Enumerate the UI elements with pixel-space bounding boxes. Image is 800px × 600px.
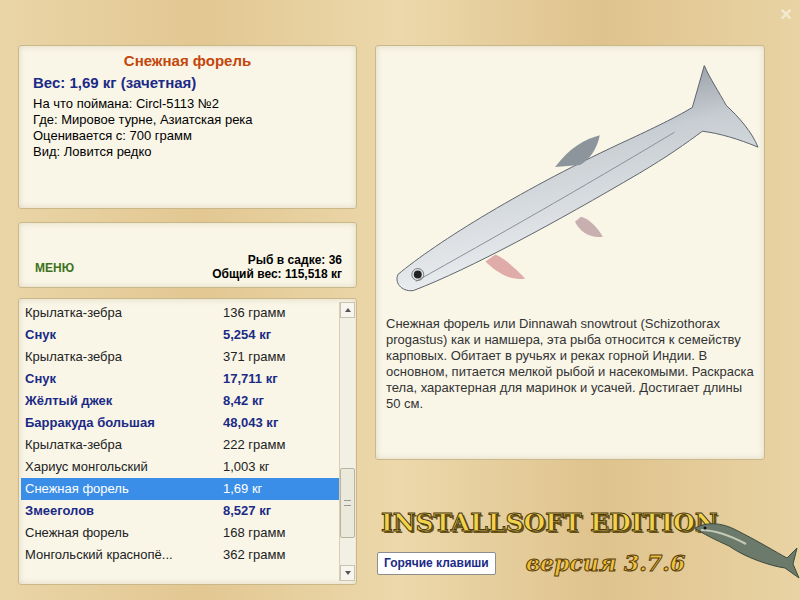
logo-area: INSTALLSOFT EDITIONГорячие клавишиверсия…: [375, 460, 765, 600]
catch-weight: 371 грамм: [223, 347, 285, 367]
catch-name: Снежная форель: [21, 523, 223, 543]
catch-name: Крылатка-зебра: [21, 435, 223, 455]
catch-weight: 222 грамм: [223, 435, 285, 455]
logo-version: версия 3.7.6: [526, 550, 686, 576]
catch-row[interactable]: Крылатка-зебра222 грамм: [21, 434, 339, 456]
scroll-thumb[interactable]: [340, 468, 355, 538]
catch-row[interactable]: Хариус монгольский1,003 кг: [21, 456, 339, 478]
catch-row[interactable]: Барракуда большая48,043 кг: [21, 412, 339, 434]
catch-row[interactable]: Снежная форель1,69 кг: [21, 478, 339, 500]
scroll-track[interactable]: [340, 318, 355, 565]
catch-weight: 136 грамм: [223, 303, 285, 323]
catch-weight: 8,42 кг: [223, 391, 264, 411]
menu-button[interactable]: МЕНЮ: [33, 259, 74, 281]
catch-weight: 1,003 кг: [223, 457, 270, 477]
catch-weight: 48,043 кг: [223, 413, 278, 433]
catch-name: Хариус монгольский: [21, 457, 223, 477]
catch-name: Змееголов: [21, 501, 223, 521]
scroll-up-icon[interactable]: [340, 302, 355, 318]
fish-details: На что поймана: Circl-5113 №2Где: Мирово…: [33, 96, 342, 160]
catch-weight: 17,711 кг: [223, 369, 278, 389]
catch-list: Крылатка-зебра136 граммСнук5,254 кгКрыла…: [21, 302, 339, 581]
fish-icon: [376, 47, 764, 309]
fish-detail-line: Оценивается с: 700 грамм: [33, 128, 342, 144]
catch-weight: 8,527 кг: [223, 501, 271, 521]
scroll-down-icon[interactable]: [340, 565, 355, 581]
fish-picture: [376, 46, 764, 310]
catch-name: Монгольский краснопё...: [21, 545, 223, 565]
sturgeon-icon: [691, 500, 800, 580]
total-weight: Общий вес: 115,518 кг: [212, 267, 342, 281]
catch-row[interactable]: Змееголов8,527 кг: [21, 500, 339, 522]
catch-name: Снук: [21, 325, 223, 345]
fish-description: Снежная форель или Dinnawah snowtrout (S…: [376, 310, 764, 412]
left-column: Снежная форельВес: 1,69 кг (зачетная)На …: [18, 45, 357, 600]
catch-weight: 5,254 кг: [223, 325, 271, 345]
right-column: Снежная форель или Dinnawah snowtrout (S…: [375, 45, 765, 600]
catch-row[interactable]: Жёлтый джек8,42 кг: [21, 390, 339, 412]
hotkeys-button[interactable]: Горячие клавиши: [377, 552, 496, 575]
fish-detail-line: На что поймана: Circl-5113 №2: [33, 96, 342, 112]
catch-name: Жёлтый джек: [21, 391, 223, 411]
catch-name: Барракуда большая: [21, 413, 223, 433]
catch-name: Снежная форель: [21, 479, 223, 499]
catch-row[interactable]: Крылатка-зебра136 грамм: [21, 302, 339, 324]
catch-weight: 362 грамм: [223, 545, 285, 565]
fish-detail-line: Где: Мировое турне, Азиатская река: [33, 112, 342, 128]
catch-row[interactable]: Снежная форель168 грамм: [21, 522, 339, 544]
catch-name: Крылатка-зебра: [21, 347, 223, 367]
fish-description-panel: Снежная форель или Dinnawah snowtrout (S…: [375, 45, 765, 460]
catch-list-panel: Крылатка-зебра136 граммСнук5,254 кгКрыла…: [18, 298, 357, 585]
catch-window: ×Снежная форельВес: 1,69 кг (зачетная)На…: [0, 0, 800, 600]
fish-info-panel: Снежная форельВес: 1,69 кг (зачетная)На …: [18, 45, 357, 209]
catch-weight: 168 грамм: [223, 523, 285, 543]
fish-title: Снежная форель: [33, 50, 342, 72]
catch-row[interactable]: Крылатка-зебра371 грамм: [21, 346, 339, 368]
catch-row[interactable]: Снук17,711 кг: [21, 368, 339, 390]
catch-name: Снук: [21, 369, 223, 389]
fish-detail-line: Вид: Ловится редко: [33, 144, 342, 160]
catch-weight: 1,69 кг: [223, 479, 262, 499]
fish-weight: Вес: 1,69 кг (зачетная): [33, 72, 342, 94]
catch-name: Крылатка-зебра: [21, 303, 223, 323]
catch-row[interactable]: Снук5,254 кг: [21, 324, 339, 346]
keepnet-summary: Рыб в садке: 36Общий вес: 115,518 кг: [212, 253, 342, 281]
fish-count: Рыб в садке: 36: [212, 253, 342, 267]
scrollbar[interactable]: [339, 302, 355, 581]
catch-row[interactable]: Монгольский краснопё...362 грамм: [21, 544, 339, 566]
close-button[interactable]: ×: [780, 4, 792, 24]
menu-panel: МЕНЮ Рыб в садке: 36Общий вес: 115,518 кг: [18, 222, 357, 288]
